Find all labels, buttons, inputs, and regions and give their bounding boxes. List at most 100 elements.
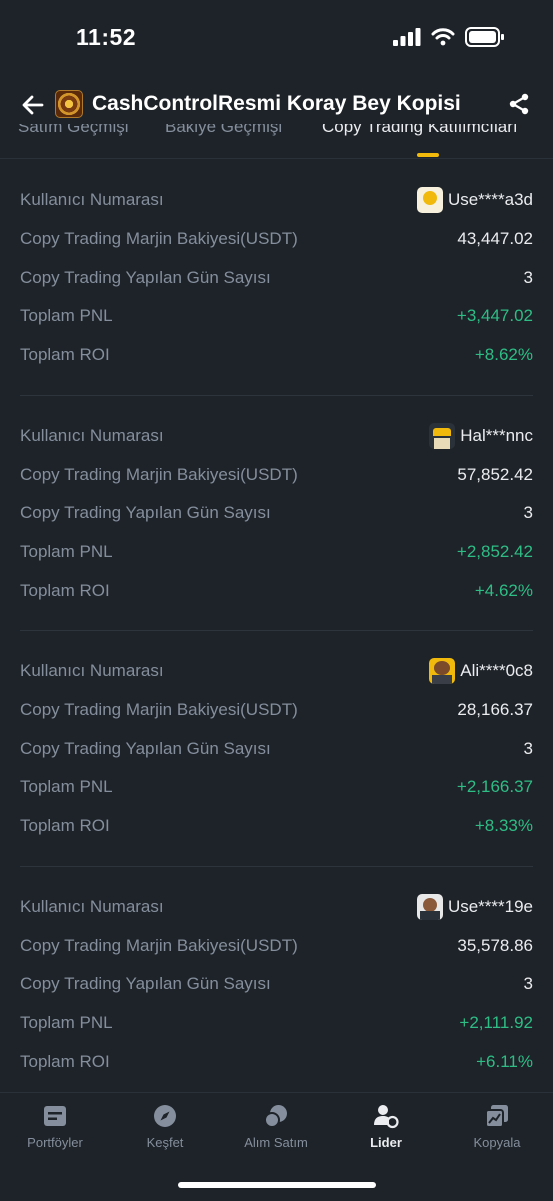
- leader-icon: [374, 1105, 399, 1129]
- user-label: Kullanıcı Numarası: [20, 661, 164, 681]
- user-identity[interactable]: Use****19e: [416, 893, 533, 920]
- pnl-value: +3,447.02: [456, 306, 533, 326]
- pnl-label: Toplam PNL: [20, 541, 113, 561]
- nav-explore[interactable]: Keşfet: [110, 1103, 220, 1150]
- margin-row: Copy Trading Marjin Bakiyesi(USDT) 35,57…: [0, 926, 553, 965]
- nav-label: Lider: [370, 1135, 402, 1150]
- nav-portfolio[interactable]: Portföyler: [0, 1103, 110, 1150]
- roi-label: Toplam ROI: [20, 345, 110, 365]
- back-arrow-icon[interactable]: [20, 92, 46, 118]
- wifi-icon: [431, 28, 455, 46]
- days-value: 3: [523, 503, 533, 523]
- margin-label: Copy Trading Marjin Bakiyesi(USDT): [20, 700, 298, 720]
- participant-card: Kullanıcı Numarası Ali****0c8 Copy Tradi…: [0, 631, 553, 867]
- nav-copy[interactable]: Kopyala: [442, 1103, 552, 1150]
- roi-row: Toplam ROI +4.62%: [0, 571, 553, 610]
- user-id: Use****a3d: [447, 190, 533, 210]
- margin-row: Copy Trading Marjin Bakiyesi(USDT) 57,85…: [0, 455, 553, 494]
- days-label: Copy Trading Yapılan Gün Sayısı: [20, 267, 271, 287]
- user-identity[interactable]: Hal***nnc: [429, 422, 533, 449]
- signal-icon: [393, 28, 421, 46]
- roi-value: +4.62%: [474, 580, 533, 600]
- days-row: Copy Trading Yapılan Gün Sayısı 3: [0, 258, 553, 297]
- roi-row: Toplam ROI +8.62%: [0, 336, 553, 375]
- participant-card: Kullanıcı Numarası Use****19e Copy Tradi…: [0, 867, 553, 1103]
- roi-label: Toplam ROI: [20, 1051, 110, 1071]
- status-icons: [393, 27, 505, 47]
- margin-value: 35,578.86: [457, 935, 533, 955]
- user-label: Kullanıcı Numarası: [20, 896, 164, 916]
- tab-sell-history[interactable]: Satım Geçmişi: [18, 124, 129, 137]
- roi-row: Toplam ROI +6.11%: [0, 1042, 553, 1081]
- status-bar: 11:52: [0, 0, 553, 76]
- days-value: 3: [523, 267, 533, 287]
- days-row: Copy Trading Yapılan Gün Sayısı 3: [0, 965, 553, 1004]
- roi-row: Toplam ROI +8.33%: [0, 807, 553, 846]
- participant-list: Kullanıcı Numarası Use****a3d Copy Tradi…: [0, 160, 553, 1102]
- roi-value: +8.33%: [474, 816, 533, 836]
- participant-card: Kullanıcı Numarası Hal***nnc Copy Tradin…: [0, 396, 553, 632]
- margin-label: Copy Trading Marjin Bakiyesi(USDT): [20, 229, 298, 249]
- days-value: 3: [523, 974, 533, 994]
- active-tab-indicator: [417, 153, 439, 157]
- days-row: Copy Trading Yapılan Gün Sayısı 3: [0, 729, 553, 768]
- nav-label: Alım Satım: [244, 1135, 308, 1150]
- trade-icon: [264, 1105, 287, 1128]
- avatar: [416, 187, 443, 214]
- user-identity[interactable]: Ali****0c8: [429, 658, 533, 685]
- nav-label: Kopyala: [473, 1135, 521, 1150]
- user-id: Use****19e: [447, 896, 533, 916]
- user-row: Kullanıcı Numarası Hal***nnc: [0, 417, 553, 456]
- nav-leader[interactable]: Lider: [331, 1103, 441, 1150]
- days-label: Copy Trading Yapılan Gün Sayısı: [20, 738, 271, 758]
- roi-value: +8.62%: [474, 345, 533, 365]
- margin-value: 28,166.37: [457, 700, 533, 720]
- user-id: Ali****0c8: [460, 661, 533, 681]
- margin-value: 43,447.02: [457, 229, 533, 249]
- home-indicator: [178, 1182, 376, 1188]
- user-label: Kullanıcı Numarası: [20, 425, 164, 445]
- tab-bar: Satım Geçmişi Bakiye Geçmişi Copy Tradin…: [0, 124, 553, 159]
- days-label: Copy Trading Yapılan Gün Sayısı: [20, 503, 271, 523]
- pnl-row: Toplam PNL +2,166.37: [0, 768, 553, 807]
- participant-card: Kullanıcı Numarası Use****a3d Copy Tradi…: [0, 160, 553, 396]
- tab-balance-history[interactable]: Bakiye Geçmişi: [165, 124, 282, 137]
- pnl-row: Toplam PNL +2,111.92: [0, 1004, 553, 1043]
- avatar: [416, 893, 443, 920]
- user-row: Kullanıcı Numarası Use****a3d: [0, 181, 553, 220]
- nav-label: Portföyler: [27, 1135, 83, 1150]
- user-row: Kullanıcı Numarası Use****19e: [0, 888, 553, 927]
- user-id: Hal***nnc: [460, 425, 533, 445]
- user-label: Kullanıcı Numarası: [20, 190, 164, 210]
- margin-row: Copy Trading Marjin Bakiyesi(USDT) 28,16…: [0, 691, 553, 730]
- pnl-value: +2,852.42: [456, 541, 533, 561]
- margin-value: 57,852.42: [457, 464, 533, 484]
- nav-label: Keşfet: [146, 1135, 184, 1150]
- lead-trader-avatar: [55, 90, 83, 118]
- battery-icon: [465, 27, 504, 47]
- roi-value: +6.11%: [476, 1051, 533, 1071]
- margin-row: Copy Trading Marjin Bakiyesi(USDT) 43,44…: [0, 220, 553, 259]
- status-time: 11:52: [76, 24, 137, 50]
- pnl-row: Toplam PNL +3,447.02: [0, 297, 553, 336]
- page-title: CashControlResmi Koray Bey Kopisi: [92, 92, 461, 115]
- pnl-label: Toplam PNL: [20, 306, 113, 326]
- roi-label: Toplam ROI: [20, 580, 110, 600]
- tab-copy-trading-participants[interactable]: Copy Trading Katılımcıları: [322, 124, 518, 137]
- pnl-label: Toplam PNL: [20, 777, 113, 797]
- header: CashControlResmi Koray Bey Kopisi: [0, 82, 553, 130]
- days-value: 3: [523, 738, 533, 758]
- user-row: Kullanıcı Numarası Ali****0c8: [0, 652, 553, 691]
- user-identity[interactable]: Use****a3d: [416, 187, 533, 214]
- pnl-value: +2,166.37: [456, 777, 533, 797]
- avatar: [429, 422, 456, 449]
- days-row: Copy Trading Yapılan Gün Sayısı 3: [0, 494, 553, 533]
- nav-trade[interactable]: Alım Satım: [221, 1103, 331, 1150]
- copy-chart-icon: [485, 1105, 508, 1128]
- compass-icon: [154, 1105, 176, 1127]
- portfolio-icon: [44, 1106, 66, 1126]
- pnl-row: Toplam PNL +2,852.42: [0, 533, 553, 572]
- pnl-value: +2,111.92: [459, 1012, 533, 1032]
- pnl-label: Toplam PNL: [20, 1012, 113, 1032]
- share-icon[interactable]: [507, 92, 531, 116]
